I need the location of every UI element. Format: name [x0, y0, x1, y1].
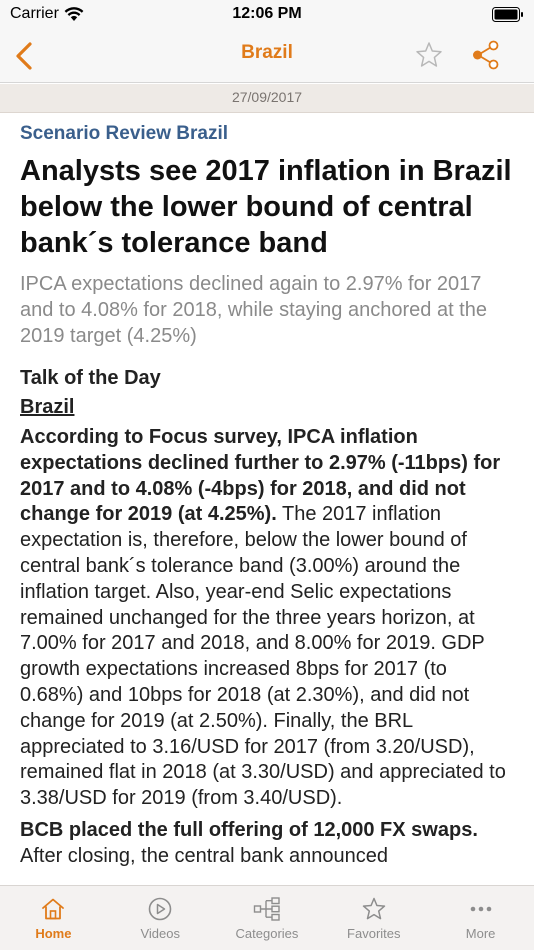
tab-label: Videos: [140, 926, 180, 941]
tab-label: Favorites: [347, 926, 401, 941]
page-title: Brazil: [241, 42, 293, 63]
paragraph-lead: BCB placed the full offering of 12,000 F…: [20, 818, 478, 841]
categories-icon: [253, 897, 280, 921]
tab-categories[interactable]: Categories: [214, 886, 321, 950]
star-icon: [362, 897, 386, 920]
section-label: Scenario Review Brazil: [20, 123, 229, 144]
more-icon: [470, 906, 491, 912]
home-icon: [42, 898, 65, 920]
favorite-button[interactable]: [414, 40, 444, 70]
talk-of-the-day-heading: Talk of the Day: [20, 367, 161, 389]
play-icon: [148, 897, 172, 921]
battery-icon: [492, 7, 523, 22]
status-bar: Carrier 12:06 PM: [0, 0, 534, 30]
article-date: 27/09/2017: [231, 89, 303, 105]
article-content[interactable]: Scenario Review Brazil Analysts see 2017…: [0, 113, 534, 885]
tab-more[interactable]: More: [427, 886, 534, 950]
tab-label: Home: [35, 926, 72, 941]
paragraph-body: After closing, the central bank announce…: [20, 844, 389, 867]
navigation-bar: Brazil: [0, 30, 534, 83]
paragraph-body: The 2017 inflation expectation is, there…: [20, 503, 506, 810]
tab-videos[interactable]: Videos: [107, 886, 214, 950]
date-strip: 27/09/2017: [0, 84, 534, 113]
tab-bar: Home Videos Categories Favorites More: [0, 885, 534, 950]
tab-home[interactable]: Home: [0, 886, 107, 950]
article-headline: Analysts see 2017 inflation in Brazil be…: [20, 155, 512, 259]
share-icon: [473, 40, 499, 70]
country-heading: Brazil: [20, 396, 75, 418]
tab-label: More: [465, 926, 496, 941]
article-paragraph: BCB placed the full offering of 12,000 F…: [20, 818, 514, 870]
share-button[interactable]: [470, 39, 502, 71]
star-outline-icon: [416, 42, 442, 67]
status-time: 12:06 PM: [232, 5, 302, 22]
tab-favorites[interactable]: Favorites: [320, 886, 427, 950]
article-paragraph: According to Focus survey, IPCA inflatio…: [20, 425, 514, 812]
tab-label: Categories: [235, 926, 299, 941]
article-summary: IPCA expectations declined again to 2.97…: [20, 273, 487, 347]
